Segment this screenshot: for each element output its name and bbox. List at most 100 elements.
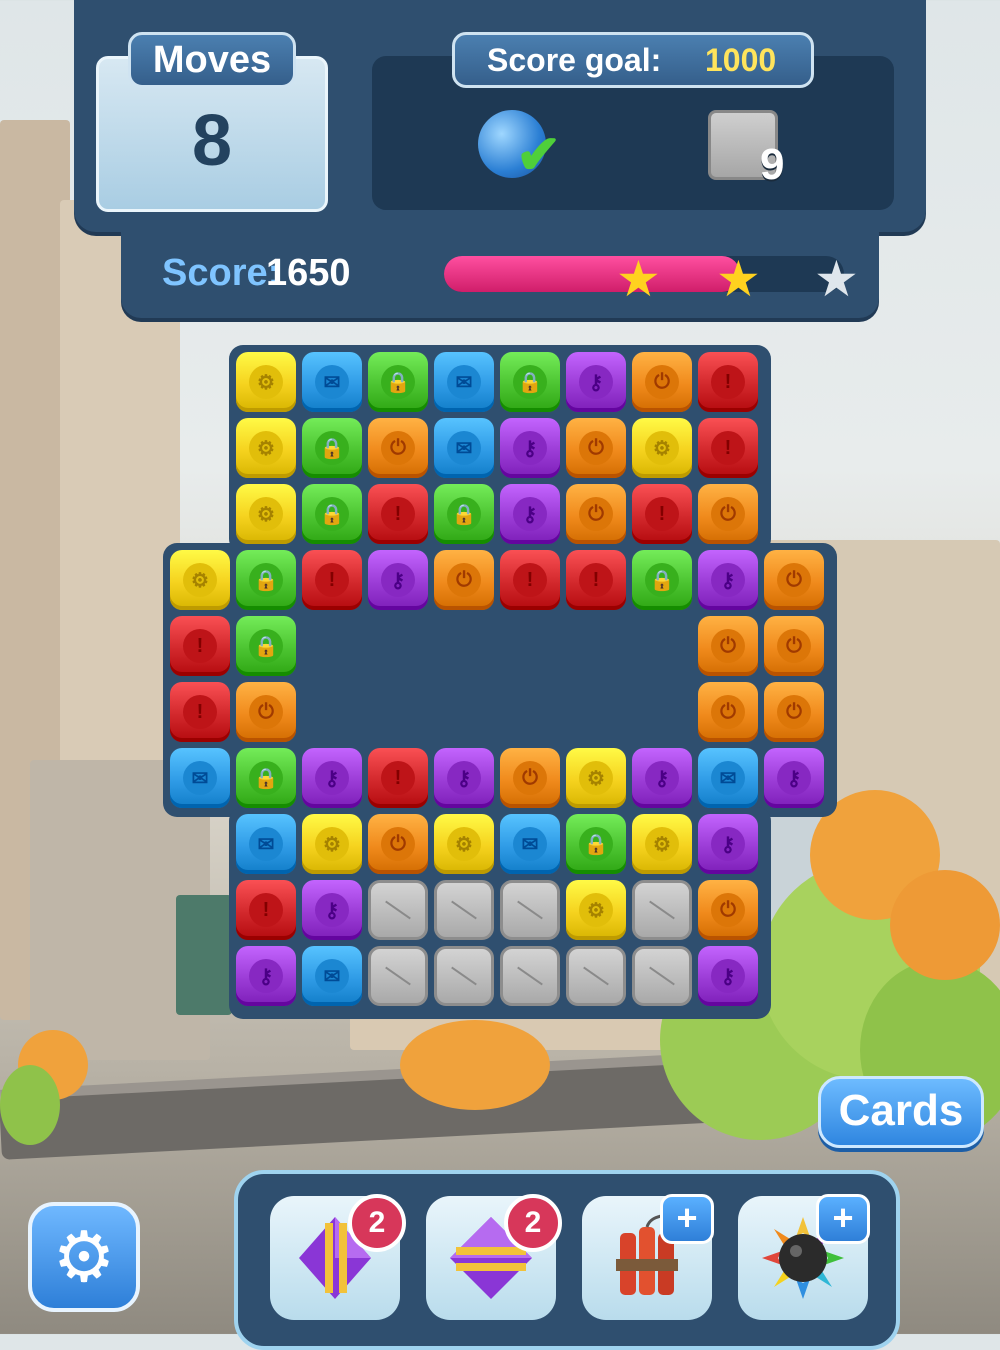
tile-power[interactable]: ⏻ xyxy=(698,616,758,676)
mail-icon: ✉ xyxy=(447,365,481,399)
tile-mail[interactable]: ✉ xyxy=(302,352,362,412)
tile-warning[interactable]: ! xyxy=(170,616,230,676)
tile-gear[interactable]: ⚙ xyxy=(302,814,362,874)
shield-lock-icon: 🔒 xyxy=(249,563,283,597)
tile-gear[interactable]: ⚙ xyxy=(236,418,296,478)
gear-icon: ⚙ xyxy=(315,827,349,861)
crack-mark xyxy=(451,966,477,986)
tile-gear[interactable]: ⚙ xyxy=(236,484,296,544)
tile-key[interactable]: ⚷ xyxy=(698,946,758,1006)
tile-shield-lock[interactable]: 🔒 xyxy=(566,814,626,874)
tile-warning[interactable]: ! xyxy=(236,880,296,940)
tile-power[interactable]: ⏻ xyxy=(236,682,296,742)
stone-block-tile[interactable] xyxy=(434,946,494,1006)
key-icon: ⚷ xyxy=(579,365,613,399)
tile-power[interactable]: ⏻ xyxy=(764,550,824,610)
tile-key[interactable]: ⚷ xyxy=(302,880,362,940)
tile-shield-lock[interactable]: 🔒 xyxy=(302,484,362,544)
settings-button[interactable]: ⚙ xyxy=(28,1202,140,1312)
tile-gear[interactable]: ⚙ xyxy=(236,352,296,412)
power-icon: ⏻ xyxy=(381,827,415,861)
progress-fill xyxy=(444,256,740,292)
tile-gear[interactable]: ⚙ xyxy=(566,880,626,940)
key-icon: ⚷ xyxy=(711,827,745,861)
tile-gear[interactable]: ⚙ xyxy=(170,550,230,610)
shield-lock-icon: 🔒 xyxy=(381,365,415,399)
tile-warning[interactable]: ! xyxy=(302,550,362,610)
tile-mail[interactable]: ✉ xyxy=(302,946,362,1006)
tile-power[interactable]: ⏻ xyxy=(698,484,758,544)
tile-warning[interactable]: ! xyxy=(698,418,758,478)
crack-mark xyxy=(649,900,675,920)
stone-block-tile[interactable] xyxy=(368,946,428,1006)
power-icon: ⏻ xyxy=(447,563,481,597)
tile-mail[interactable]: ✉ xyxy=(434,352,494,412)
tile-gear[interactable]: ⚙ xyxy=(434,814,494,874)
tile-power[interactable]: ⏻ xyxy=(764,616,824,676)
tile-shield-lock[interactable]: 🔒 xyxy=(302,418,362,478)
tile-warning[interactable]: ! xyxy=(566,550,626,610)
tile-power[interactable]: ⏻ xyxy=(632,352,692,412)
tile-gear[interactable]: ⚙ xyxy=(632,814,692,874)
tile-key[interactable]: ⚷ xyxy=(632,748,692,808)
tile-key[interactable]: ⚷ xyxy=(368,550,428,610)
warning-icon: ! xyxy=(315,563,349,597)
tile-warning[interactable]: ! xyxy=(632,484,692,544)
tile-mail[interactable]: ✉ xyxy=(236,814,296,874)
power-icon: ⏻ xyxy=(645,365,679,399)
stone-block-tile[interactable] xyxy=(500,946,560,1006)
tile-power[interactable]: ⏻ xyxy=(566,418,626,478)
tile-mail[interactable]: ✉ xyxy=(170,748,230,808)
tile-shield-lock[interactable]: 🔒 xyxy=(368,352,428,412)
tile-gear[interactable]: ⚙ xyxy=(566,748,626,808)
tile-key[interactable]: ⚷ xyxy=(500,484,560,544)
shield-lock-icon: 🔒 xyxy=(315,431,349,465)
tile-power[interactable]: ⏻ xyxy=(764,682,824,742)
tile-warning[interactable]: ! xyxy=(698,352,758,412)
tile-shield-lock[interactable]: 🔒 xyxy=(236,550,296,610)
tile-shield-lock[interactable]: 🔒 xyxy=(236,616,296,676)
mail-icon: ✉ xyxy=(315,365,349,399)
tile-power[interactable]: ⏻ xyxy=(368,814,428,874)
cards-button[interactable]: Cards xyxy=(818,1076,984,1148)
tile-key[interactable]: ⚷ xyxy=(302,748,362,808)
stone-block-tile[interactable] xyxy=(500,880,560,940)
tile-warning[interactable]: ! xyxy=(500,550,560,610)
tile-mail[interactable]: ✉ xyxy=(500,814,560,874)
crack-mark xyxy=(385,966,411,986)
tile-power[interactable]: ⏻ xyxy=(500,748,560,808)
tile-mail[interactable]: ✉ xyxy=(698,748,758,808)
tile-power[interactable]: ⏻ xyxy=(566,484,626,544)
stone-block-tile[interactable] xyxy=(632,880,692,940)
gear-icon: ⚙ xyxy=(249,431,283,465)
tile-key[interactable]: ⚷ xyxy=(236,946,296,1006)
tile-shield-lock[interactable]: 🔒 xyxy=(632,550,692,610)
stone-block-tile[interactable] xyxy=(368,880,428,940)
moves-counter: 8 xyxy=(191,101,233,181)
stone-block-tile[interactable] xyxy=(566,946,626,1006)
tile-key[interactable]: ⚷ xyxy=(566,352,626,412)
tile-key[interactable]: ⚷ xyxy=(764,748,824,808)
booster-add-badge[interactable]: + xyxy=(660,1194,714,1244)
tile-power[interactable]: ⏻ xyxy=(698,880,758,940)
gear-icon: ⚙ xyxy=(249,365,283,399)
booster-add-badge[interactable]: + xyxy=(816,1194,870,1244)
tile-shield-lock[interactable]: 🔒 xyxy=(434,484,494,544)
tile-key[interactable]: ⚷ xyxy=(698,814,758,874)
tile-gear[interactable]: ⚙ xyxy=(632,418,692,478)
tile-key[interactable]: ⚷ xyxy=(500,418,560,478)
tile-power[interactable]: ⏻ xyxy=(434,550,494,610)
crack-mark xyxy=(517,966,543,986)
tile-mail[interactable]: ✉ xyxy=(434,418,494,478)
tile-shield-lock[interactable]: 🔒 xyxy=(236,748,296,808)
tile-power[interactable]: ⏻ xyxy=(698,682,758,742)
tile-key[interactable]: ⚷ xyxy=(434,748,494,808)
stone-block-tile[interactable] xyxy=(434,880,494,940)
stone-block-tile[interactable] xyxy=(632,946,692,1006)
tile-warning[interactable]: ! xyxy=(170,682,230,742)
tile-shield-lock[interactable]: 🔒 xyxy=(500,352,560,412)
tile-warning[interactable]: ! xyxy=(368,484,428,544)
tile-power[interactable]: ⏻ xyxy=(368,418,428,478)
tile-warning[interactable]: ! xyxy=(368,748,428,808)
tile-key[interactable]: ⚷ xyxy=(698,550,758,610)
